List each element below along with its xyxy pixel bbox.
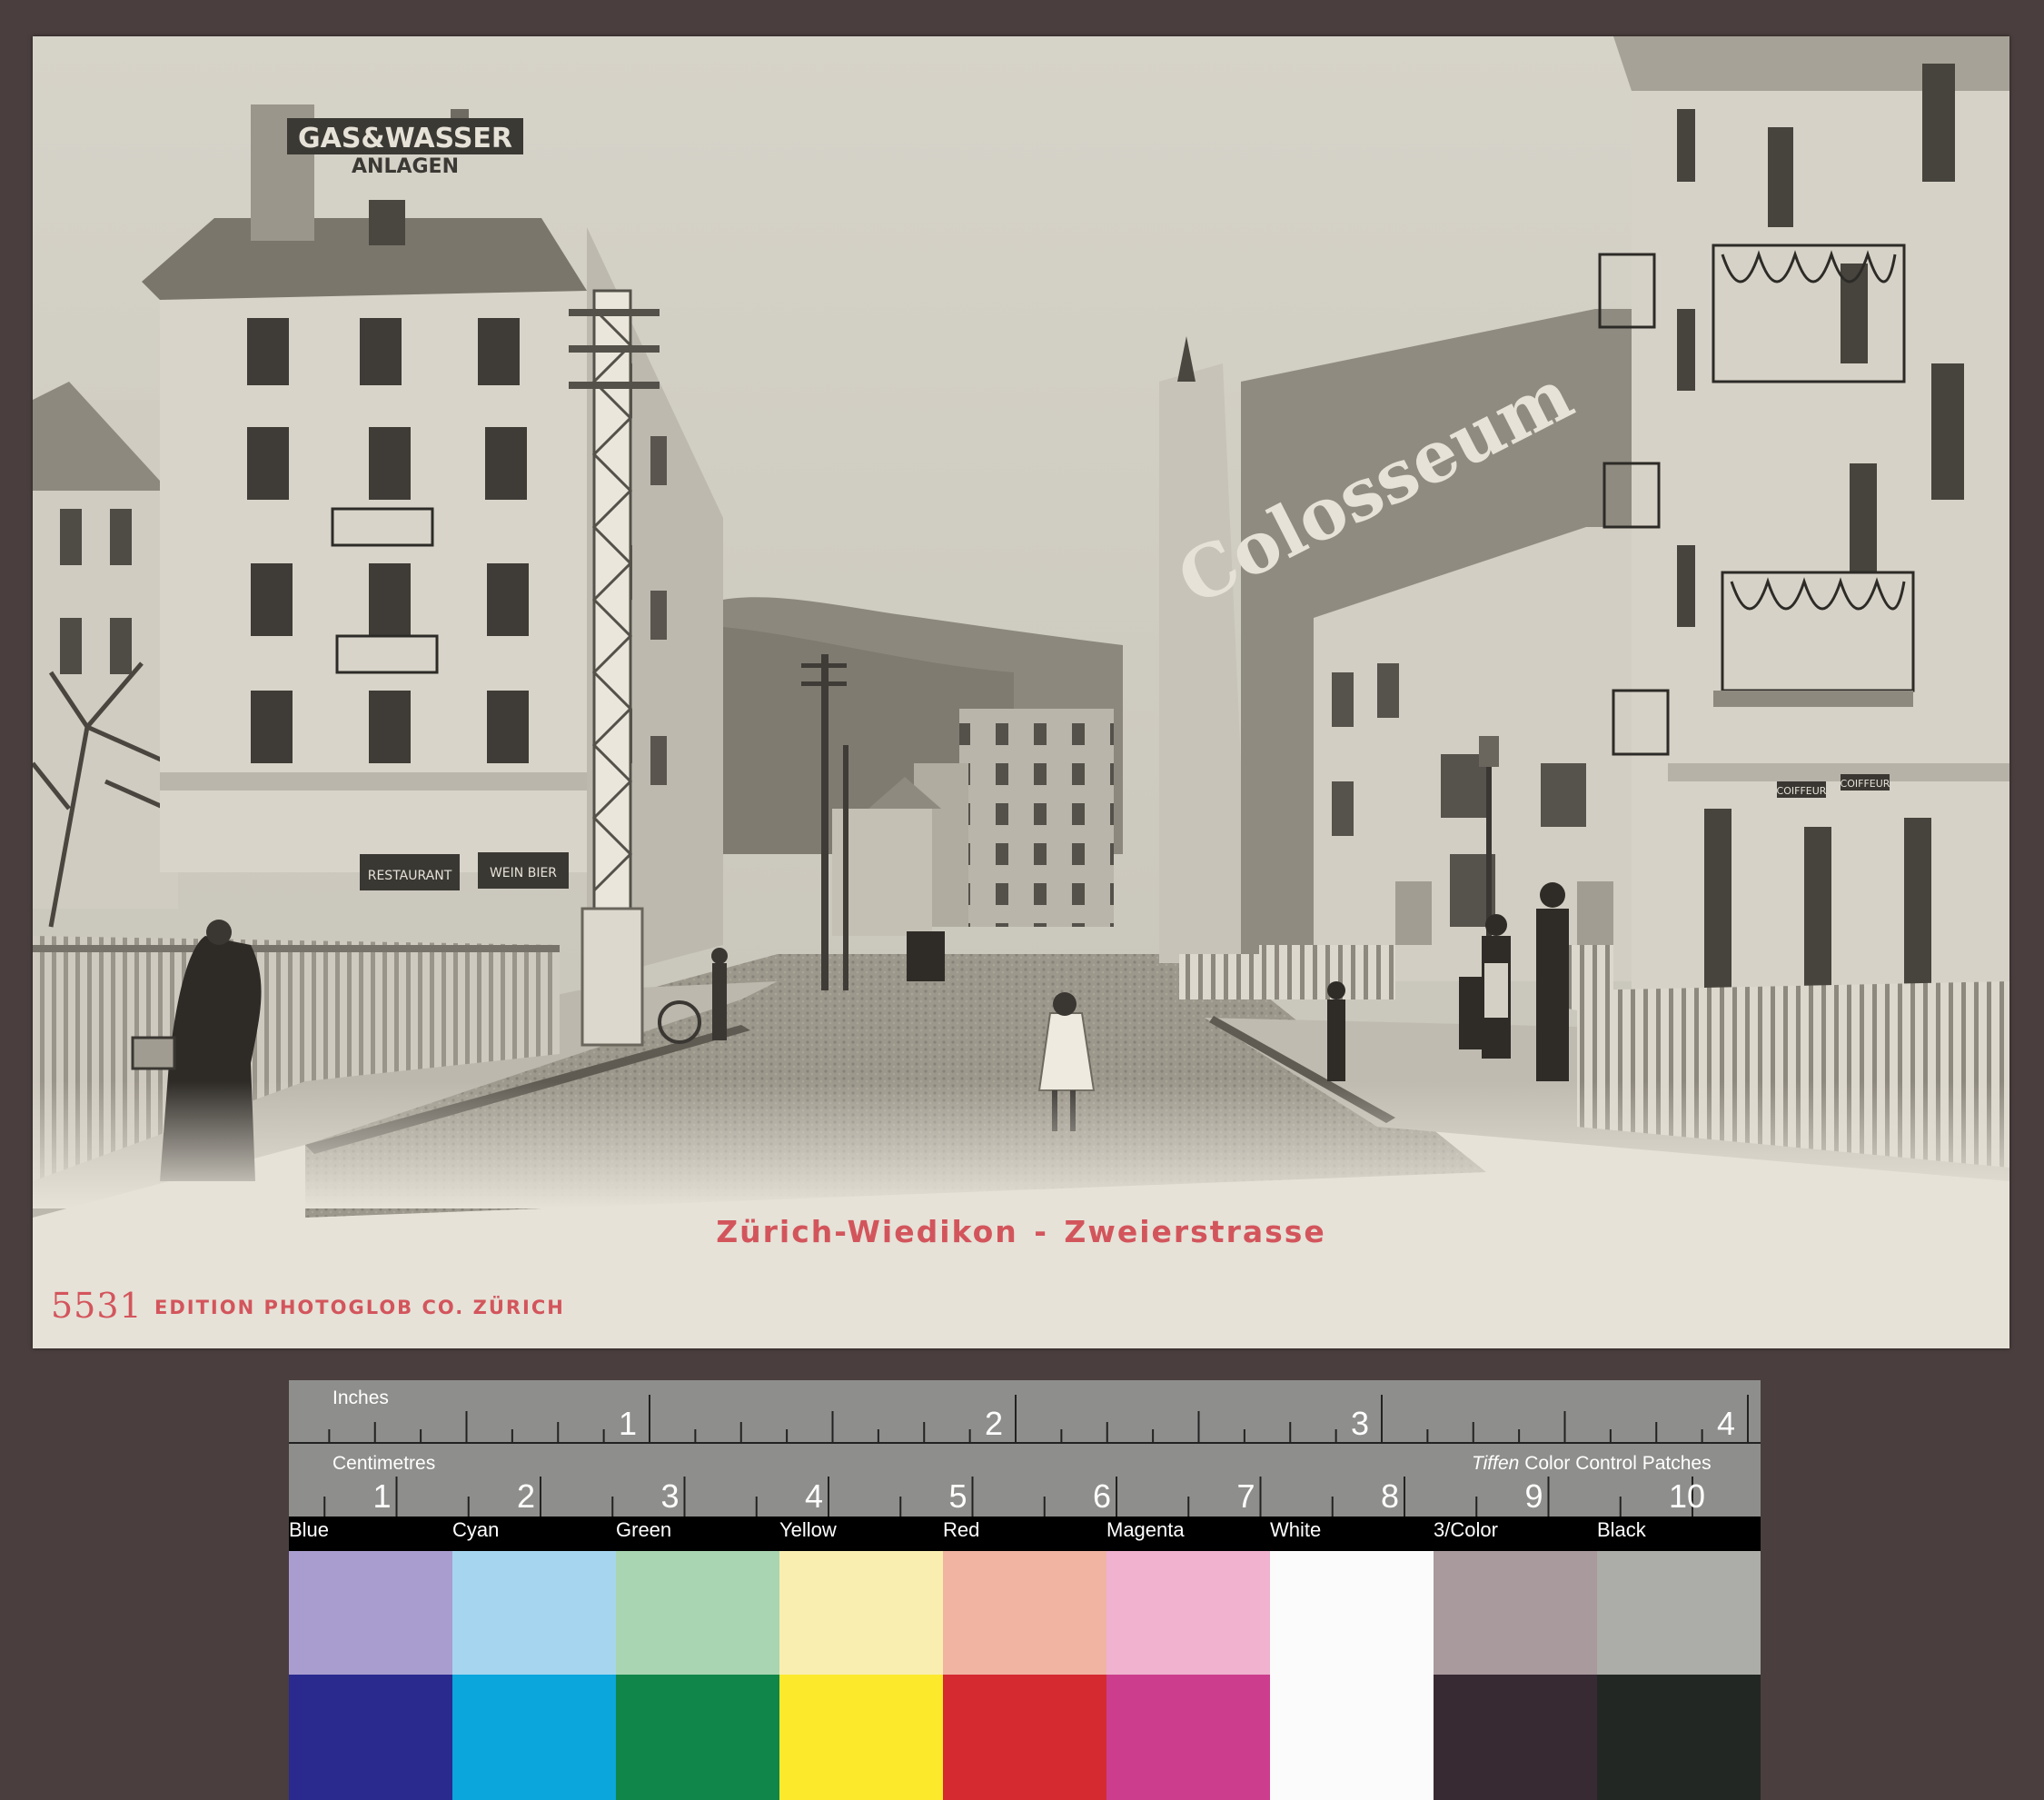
patch-label-yellow: Yellow [779,1518,837,1541]
patch-black-dark [1597,1675,1761,1800]
gas-wasser-sign: GAS&WASSER [298,123,512,154]
patch-cyan-light [452,1551,616,1675]
patch-yellow-dark [779,1675,943,1800]
patch-blue-light [289,1551,452,1675]
inch-number: 1 [619,1405,637,1442]
cm-number: 5 [949,1477,967,1515]
cm-number: 1 [373,1477,392,1515]
tiffen-label: Tiffen Color Control Patches [1472,1453,1712,1475]
cm-number: 10 [1669,1477,1705,1515]
patch-yellow-light [779,1551,943,1675]
centimetres-label: Centimetres [332,1453,436,1474]
cm-number: 6 [1093,1477,1111,1515]
patch-label-blue: Blue [289,1518,330,1541]
patch-green-dark [616,1675,779,1800]
patch-label-green: Green [616,1518,672,1541]
patch-white-light [1270,1551,1434,1675]
ruler: 1 2 3 4 1 2 3 4 5 6 7 8 9 10 [289,1380,1761,1517]
patch-3color-light [1434,1551,1597,1675]
tiffen-brand: Tiffen [1472,1453,1520,1474]
inches-label: Inches [332,1387,389,1408]
postcard: GAS&WASSER ANLAGEN RESTAURANT WEIN BIER [33,36,2009,1348]
restaurant-sign: RESTAURANT [368,869,452,883]
edition-publisher: EDITION PHOTOGLOB CO. ZÜRICH [154,1297,565,1318]
patch-black-light [1597,1551,1761,1675]
patch-label-magenta: Magenta [1106,1518,1185,1541]
inch-number: 4 [1717,1405,1735,1442]
cm-number: 9 [1525,1477,1543,1515]
cm-number: 4 [805,1477,823,1515]
cm-number: 3 [661,1477,680,1515]
coiffeur-sign: COIFFEUR [1777,785,1827,797]
inch-number: 2 [985,1405,1003,1442]
patch-label-cyan: Cyan [452,1518,500,1541]
patch-label-3color: 3/Color [1434,1518,1498,1541]
cm-number: 8 [1381,1477,1399,1515]
color-calibration-target: 1 2 3 4 1 2 3 4 5 6 7 8 9 10 Inches Centimetres Tiff… [289,1380,1761,1800]
patch-3color-dark [1434,1675,1597,1800]
patch-magenta-light [1106,1551,1270,1675]
patch-label-white: White [1270,1518,1322,1541]
patch-red-light [943,1551,1106,1675]
anlagen-sign: ANLAGEN [352,155,459,178]
patch-cyan-dark [452,1675,616,1800]
street-photograph: GAS&WASSER ANLAGEN RESTAURANT WEIN BIER [33,36,2009,1218]
coiffeur-sign-2: COIFFEUR [1841,778,1890,790]
patch-label-black: Black [1597,1518,1646,1541]
patch-green-light [616,1551,779,1675]
cm-number: 2 [517,1477,535,1515]
tiffen-caption: Color Control Patches [1524,1453,1712,1474]
postcard-caption: Zürich-Wiedikon - Zweierstrasse [716,1214,1326,1249]
edition-number: 5531 [51,1286,143,1326]
patch-label-bar: Blue Cyan Green Yellow Red Magenta White… [289,1517,1761,1551]
wein-bier-sign: WEIN BIER [490,866,557,880]
inch-number: 3 [1351,1405,1369,1442]
cm-number: 7 [1237,1477,1255,1515]
patch-magenta-dark [1106,1675,1270,1800]
patch-label-red: Red [943,1518,980,1541]
patch-white-dark [1270,1675,1434,1800]
patch-blue-dark [289,1675,452,1800]
patch-red-dark [943,1675,1106,1800]
